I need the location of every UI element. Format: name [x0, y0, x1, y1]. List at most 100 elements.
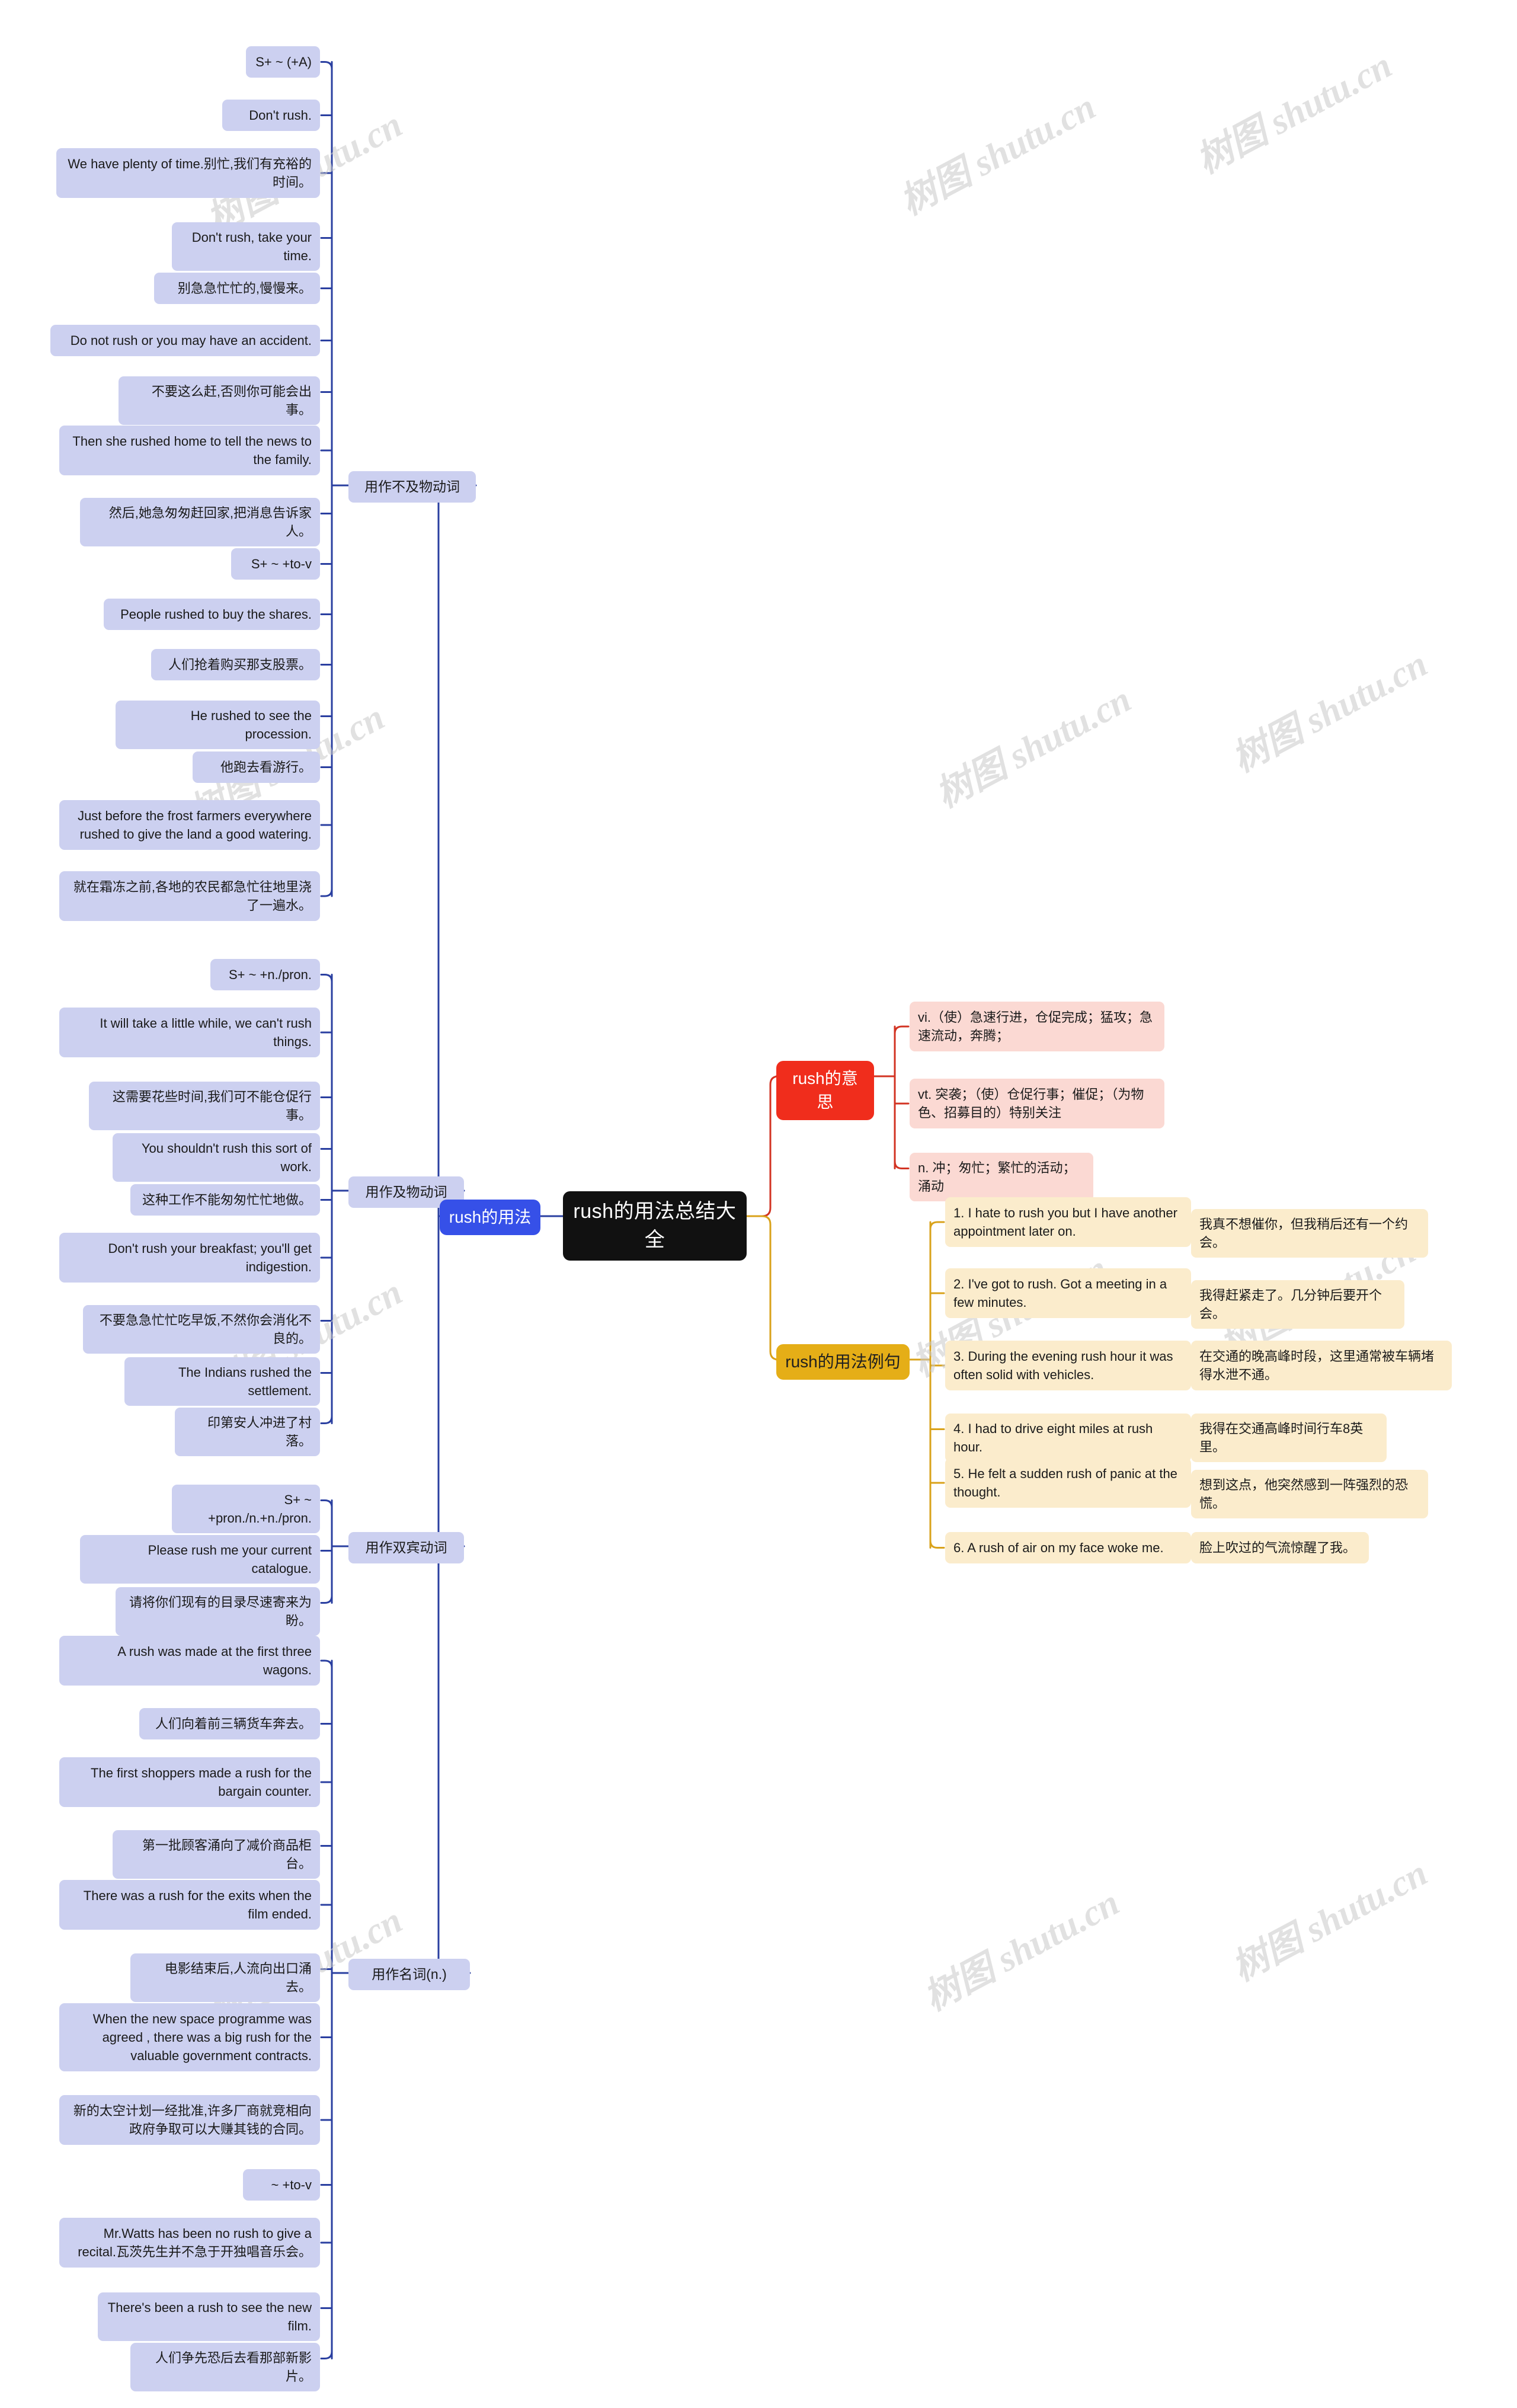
leaf-node[interactable]: Do not rush or you may have an accident. [50, 325, 320, 356]
leaf-node-label: S+ ~ +to-v [251, 556, 312, 571]
leaf-node[interactable]: 不要这么赶,否则你可能会出事。 [119, 376, 320, 426]
leaf-node[interactable]: ~ +to-v [243, 2169, 320, 2201]
leaf-node[interactable]: Just before the frost farmers everywhere… [59, 800, 320, 850]
watermark: 树图 shutu.cn [1190, 45, 1398, 181]
leaf-node-label: 这需要花些时间,我们可不能仓促行事。 [112, 1089, 312, 1123]
example-en[interactable]: 5. He felt a sudden rush of panic at the… [945, 1458, 1191, 1508]
category-ditransitive[interactable]: 用作双宾动词 [348, 1532, 464, 1563]
leaf-node[interactable]: 他跑去看游行。 [193, 751, 320, 783]
leaf-node[interactable]: 这需要花些时间,我们可不能仓促行事。 [89, 1082, 320, 1131]
example-zh-label: 在交通的晚高峰时段，这里通常被车辆堵得水泄不通。 [1199, 1348, 1435, 1382]
leaf-node[interactable]: 电影结束后,人流向出口涌去。 [130, 1953, 320, 2003]
leaf-node[interactable]: The first shoppers made a rush for the b… [59, 1757, 320, 1807]
watermark: 树图 shutu.cn [894, 87, 1102, 223]
example-en[interactable]: 6. A rush of air on my face woke me. [945, 1532, 1191, 1563]
leaf-node-label: Don't rush your breakfast; you'll get in… [108, 1240, 312, 1274]
meaning-item-label: n. 冲；匆忙；繁忙的活动；涌动 [918, 1160, 1076, 1194]
example-zh[interactable]: 我得在交通高峰时间行车8英里。 [1191, 1414, 1387, 1463]
leaf-node-label: 人们向着前三辆货车奔去。 [155, 1716, 312, 1731]
leaf-node[interactable]: 这种工作不能匆匆忙忙地做。 [130, 1184, 320, 1216]
example-en-label: 3. During the evening rush hour it was o… [953, 1348, 1173, 1382]
category-transitive-label: 用作及物动词 [365, 1184, 447, 1200]
example-en-label: 5. He felt a sudden rush of panic at the… [953, 1466, 1177, 1499]
leaf-node-label: Don't rush. [249, 107, 312, 123]
leaf-node[interactable]: 新的太空计划一经批准,许多厂商就竞相向政府争取可以大赚其钱的合同。 [59, 2095, 320, 2145]
meaning-item[interactable]: n. 冲；匆忙；繁忙的活动；涌动 [910, 1153, 1093, 1202]
leaf-node[interactable]: S+ ~ +pron./n.+n./pron. [172, 1485, 320, 1534]
leaf-node[interactable]: 第一批顾客涌向了减价商品柜台。 [113, 1830, 320, 1879]
leaf-node[interactable]: 印第安人冲进了村落。 [175, 1408, 320, 1457]
example-zh-label: 我得在交通高峰时间行车8英里。 [1199, 1421, 1364, 1455]
example-en[interactable]: 1. I hate to rush you but I have another… [945, 1197, 1191, 1247]
leaf-node[interactable]: He rushed to see the procession. [116, 701, 320, 750]
leaf-node[interactable]: A rush was made at the first three wagon… [59, 1636, 320, 1686]
example-zh[interactable]: 我得赶紧走了。几分钟后要开个会。 [1191, 1280, 1404, 1329]
leaf-node[interactable]: We have plenty of time.别忙,我们有充裕的时间。 [56, 148, 320, 198]
leaf-node-label: 人们抢着购买那支股票。 [168, 657, 312, 672]
leaf-node-label: 就在霜冻之前,各地的农民都急忙往地里浇了一遍水。 [73, 879, 312, 913]
leaf-node[interactable]: Don't rush. [222, 100, 320, 131]
leaf-node[interactable]: When the new space programme was agreed … [59, 2003, 320, 2071]
root-node[interactable]: rush的用法总结大全 [563, 1191, 747, 1261]
category-intransitive[interactable]: 用作不及物动词 [348, 471, 476, 503]
branch-usage-label: rush的用法 [449, 1208, 532, 1226]
meaning-item-label: vt. 突袭；（使）仓促行事；催促；（为物色、招募目的）特别关注 [918, 1086, 1144, 1120]
leaf-node[interactable]: The Indians rushed the settlement. [124, 1357, 320, 1406]
example-en[interactable]: 4. I had to drive eight miles at rush ho… [945, 1414, 1191, 1463]
leaf-node[interactable]: S+ ~ (+A) [246, 46, 320, 78]
example-zh[interactable]: 在交通的晚高峰时段，这里通常被车辆堵得水泄不通。 [1191, 1341, 1452, 1390]
leaf-node[interactable]: 别急急忙忙的,慢慢来。 [154, 273, 320, 304]
leaf-node[interactable]: 请将你们现有的目录尽速寄来为盼。 [116, 1587, 320, 1636]
leaf-node-label: 这种工作不能匆匆忙忙地做。 [142, 1192, 312, 1207]
leaf-node-label: 然后,她急匆匆赶回家,把消息告诉家人。 [108, 506, 312, 539]
leaf-node[interactable]: There's been a rush to see the new film. [98, 2292, 320, 2342]
category-noun-label: 用作名词(n.) [372, 1966, 447, 1982]
leaf-node[interactable]: Don't rush, take your time. [172, 222, 320, 271]
leaf-node[interactable]: Please rush me your current catalogue. [80, 1535, 320, 1584]
leaf-node[interactable]: Don't rush your breakfast; you'll get in… [59, 1233, 320, 1283]
example-zh-label: 想到这点，他突然感到一阵强烈的恐慌。 [1199, 1478, 1409, 1511]
leaf-node[interactable]: 不要急急忙忙吃早饭,不然你会消化不良的。 [83, 1305, 320, 1354]
leaf-node[interactable]: Then she rushed home to tell the news to… [59, 426, 320, 475]
branch-examples[interactable]: rush的用法例句 [776, 1344, 910, 1380]
branch-usage[interactable]: rush的用法 [440, 1200, 540, 1235]
leaf-node[interactable]: 人们争先恐后去看那部新影片。 [130, 2343, 320, 2392]
example-en[interactable]: 2. I've got to rush. Got a meeting in a … [945, 1268, 1191, 1318]
leaf-node-label: 人们争先恐后去看那部新影片。 [155, 2351, 312, 2384]
leaf-node-label: We have plenty of time.别忙,我们有充裕的时间。 [68, 156, 312, 190]
leaf-node[interactable]: S+ ~ +n./pron. [210, 959, 320, 990]
leaf-node-label: The first shoppers made a rush for the b… [91, 1765, 312, 1799]
branch-meaning-label: rush的意思 [792, 1069, 858, 1111]
leaf-node[interactable]: 人们向着前三辆货车奔去。 [139, 1708, 320, 1739]
watermark: 树图 shutu.cn [929, 679, 1138, 816]
leaf-node[interactable]: You shouldn't rush this sort of work. [113, 1133, 320, 1182]
leaf-node-label: 别急急忙忙的,慢慢来。 [177, 280, 312, 296]
example-en-label: 4. I had to drive eight miles at rush ho… [953, 1421, 1153, 1455]
category-intransitive-label: 用作不及物动词 [364, 479, 460, 494]
leaf-node-label: Please rush me your current catalogue. [148, 1543, 312, 1576]
leaf-node[interactable]: 就在霜冻之前,各地的农民都急忙往地里浇了一遍水。 [59, 871, 320, 921]
meaning-item-label: vi.（使）急速行进，仓促完成；猛攻；急速流动，奔腾； [918, 1009, 1153, 1043]
leaf-node-label: 不要这么赶,否则你可能会出事。 [151, 384, 312, 418]
leaf-node-label: The Indians rushed the settlement. [178, 1365, 312, 1399]
leaf-node-label: When the new space programme was agreed … [92, 2011, 312, 2064]
leaf-node[interactable]: S+ ~ +to-v [231, 548, 320, 580]
category-noun[interactable]: 用作名词(n.) [348, 1959, 470, 1990]
meaning-item[interactable]: vt. 突袭；（使）仓促行事；催促；（为物色、招募目的）特别关注 [910, 1079, 1164, 1128]
meaning-item[interactable]: vi.（使）急速行进，仓促完成；猛攻；急速流动，奔腾； [910, 1002, 1164, 1051]
example-en-label: 2. I've got to rush. Got a meeting in a … [953, 1276, 1167, 1310]
leaf-node[interactable]: 人们抢着购买那支股票。 [151, 649, 320, 680]
leaf-node[interactable]: Mr.Watts has been no rush to give a reci… [59, 2218, 320, 2268]
leaf-node-label: 不要急急忙忙吃早饭,不然你会消化不良的。 [99, 1313, 312, 1347]
example-zh[interactable]: 脸上吹过的气流惊醒了我。 [1191, 1532, 1369, 1563]
leaf-node-label: 第一批顾客涌向了减价商品柜台。 [142, 1838, 312, 1872]
branch-meaning[interactable]: rush的意思 [776, 1061, 874, 1120]
leaf-node[interactable]: People rushed to buy the shares. [104, 599, 320, 630]
leaf-node[interactable]: It will take a little while, we can't ru… [59, 1008, 320, 1057]
leaf-node-label: Don't rush, take your time. [191, 230, 312, 264]
example-en[interactable]: 3. During the evening rush hour it was o… [945, 1341, 1191, 1390]
example-zh[interactable]: 想到这点，他突然感到一阵强烈的恐慌。 [1191, 1470, 1428, 1519]
example-zh[interactable]: 我真不想催你，但我稍后还有一个约会。 [1191, 1209, 1428, 1258]
leaf-node[interactable]: There was a rush for the exits when the … [59, 1880, 320, 1930]
leaf-node[interactable]: 然后,她急匆匆赶回家,把消息告诉家人。 [80, 498, 320, 547]
